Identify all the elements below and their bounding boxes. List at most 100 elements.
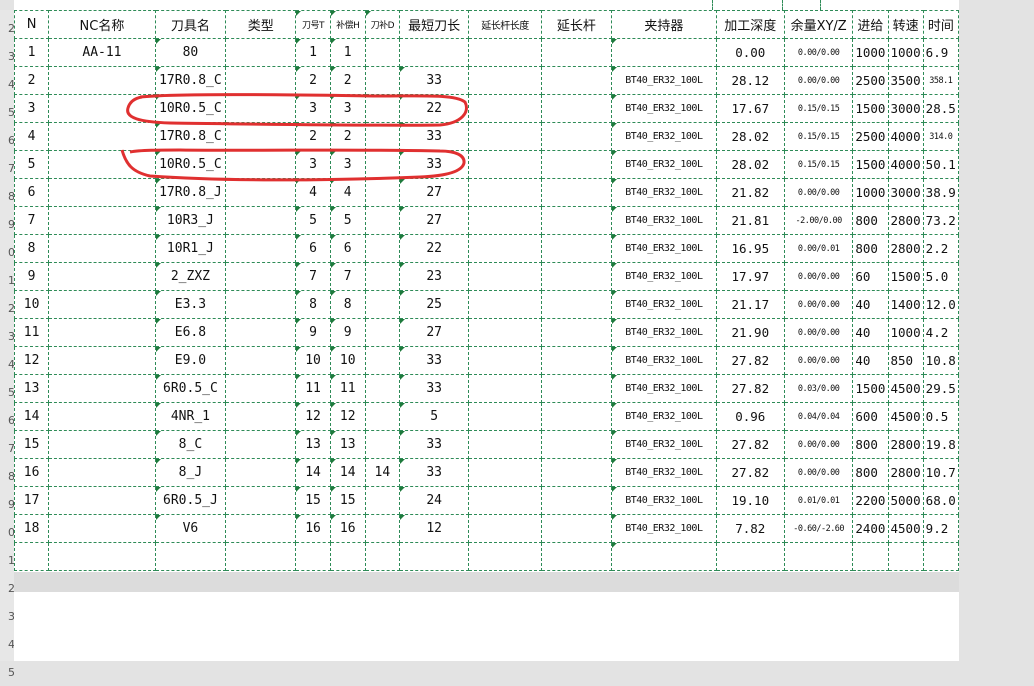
row-number[interactable]: 7 bbox=[0, 434, 14, 462]
cell-tool-name[interactable]: 17R0.8_C bbox=[154, 122, 227, 151]
cell-allowance[interactable]: 0.03/0.00 bbox=[783, 374, 854, 403]
cell-ext-bar[interactable] bbox=[540, 122, 613, 151]
cell-allowance[interactable]: 0.00/0.00 bbox=[783, 458, 854, 487]
cell-allowance[interactable]: 0.00/0.01 bbox=[783, 234, 854, 263]
header-holder[interactable]: 夹持器 bbox=[611, 10, 717, 39]
header-depth[interactable]: 加工深度 bbox=[715, 10, 785, 39]
cell-holder[interactable]: BT40_ER32_100L bbox=[611, 514, 717, 543]
cell-n[interactable]: 5 bbox=[13, 150, 50, 179]
cell-speed[interactable]: 4000 bbox=[887, 150, 924, 179]
row-number[interactable]: 3 bbox=[0, 42, 14, 70]
cell-nc-name[interactable] bbox=[48, 122, 156, 151]
cell-type[interactable] bbox=[225, 542, 297, 571]
cell-feed[interactable]: 2400 bbox=[852, 514, 889, 543]
cell-ext-length[interactable] bbox=[468, 150, 542, 179]
cell-holder[interactable]: BT40_ER32_100L bbox=[611, 458, 717, 487]
cell-n[interactable]: 1 bbox=[13, 38, 50, 67]
cell-ext-length[interactable] bbox=[468, 402, 542, 431]
cell-comp-h[interactable]: 9 bbox=[329, 318, 366, 347]
cell-allowance[interactable] bbox=[783, 542, 854, 571]
cell-ext-bar[interactable] bbox=[540, 486, 613, 515]
cell-min-length[interactable]: 27 bbox=[398, 206, 470, 235]
row-number[interactable]: 1 bbox=[0, 546, 14, 574]
cell-holder[interactable] bbox=[611, 38, 717, 67]
cell-holder[interactable]: BT40_ER32_100L bbox=[611, 486, 717, 515]
cell-tool-t[interactable]: 9 bbox=[295, 318, 331, 347]
cell-speed[interactable]: 1000 bbox=[887, 318, 924, 347]
cell-holder[interactable]: BT40_ER32_100L bbox=[611, 290, 717, 319]
cell-ext-bar[interactable] bbox=[540, 178, 613, 207]
cell-depth[interactable]: 17.97 bbox=[715, 262, 785, 291]
cell-tool-name[interactable]: 10R0.5_C bbox=[154, 150, 227, 179]
cell-min-length[interactable]: 27 bbox=[398, 178, 470, 207]
cell-comp-d[interactable] bbox=[364, 486, 400, 515]
cell-feed[interactable]: 1500 bbox=[852, 374, 889, 403]
cell-comp-d[interactable] bbox=[364, 346, 400, 375]
header-time[interactable]: 时间 bbox=[922, 10, 960, 39]
cell-ext-length[interactable] bbox=[468, 514, 542, 543]
cell-ext-bar[interactable] bbox=[540, 66, 613, 95]
cell-feed[interactable] bbox=[852, 542, 889, 571]
cell-tool-name[interactable]: 2_ZXZ bbox=[154, 262, 227, 291]
cell-ext-length[interactable] bbox=[468, 458, 542, 487]
cell-tool-t[interactable]: 2 bbox=[295, 66, 331, 95]
cell-speed[interactable]: 4500 bbox=[887, 402, 924, 431]
header-nc-name[interactable]: NC名称 bbox=[48, 10, 156, 39]
cell-allowance[interactable]: 0.00/0.00 bbox=[783, 290, 854, 319]
cell-nc-name[interactable] bbox=[48, 486, 156, 515]
cell-depth[interactable]: 28.12 bbox=[715, 66, 785, 95]
cell-min-length[interactable]: 24 bbox=[398, 486, 470, 515]
cell-feed[interactable]: 2500 bbox=[852, 66, 889, 95]
cell-comp-d[interactable] bbox=[364, 402, 400, 431]
cell-allowance[interactable]: 0.00/0.00 bbox=[783, 430, 854, 459]
cell-time[interactable]: 19.8 bbox=[922, 430, 960, 459]
cell-depth[interactable]: 21.82 bbox=[715, 178, 785, 207]
cell-feed[interactable]: 60 bbox=[852, 262, 889, 291]
cell-ext-length[interactable] bbox=[468, 542, 542, 571]
row-number[interactable]: 0 bbox=[0, 518, 14, 546]
cell-ext-length[interactable] bbox=[468, 94, 542, 123]
cell-min-length[interactable]: 23 bbox=[398, 262, 470, 291]
header-speed[interactable]: 转速 bbox=[887, 10, 924, 39]
cell-depth[interactable]: 27.82 bbox=[715, 458, 785, 487]
cell-nc-name[interactable] bbox=[48, 94, 156, 123]
cell-nc-name[interactable] bbox=[48, 206, 156, 235]
cell-comp-h[interactable]: 2 bbox=[329, 66, 366, 95]
cell-nc-name[interactable] bbox=[48, 290, 156, 319]
cell-ext-length[interactable] bbox=[468, 430, 542, 459]
cell-ext-bar[interactable] bbox=[540, 206, 613, 235]
header-ext-bar[interactable]: 延长杆 bbox=[540, 10, 613, 39]
header-allowance[interactable]: 余量XY/Z bbox=[783, 10, 854, 39]
cell-allowance[interactable]: 0.00/0.00 bbox=[783, 178, 854, 207]
header-comp-h[interactable]: 补偿H bbox=[329, 10, 366, 39]
row-number[interactable]: 6 bbox=[0, 126, 14, 154]
cell-min-length[interactable]: 33 bbox=[398, 458, 470, 487]
cell-nc-name[interactable] bbox=[48, 318, 156, 347]
cell-time[interactable]: 10.7 bbox=[922, 458, 960, 487]
cell-comp-d[interactable] bbox=[364, 542, 400, 571]
cell-comp-h[interactable]: 1 bbox=[329, 38, 366, 67]
cell-tool-name[interactable] bbox=[154, 542, 227, 571]
cell-tool-t[interactable]: 15 bbox=[295, 486, 331, 515]
cell-type[interactable] bbox=[225, 486, 297, 515]
cell-ext-length[interactable] bbox=[468, 66, 542, 95]
cell-speed[interactable]: 850 bbox=[887, 346, 924, 375]
cell-ext-bar[interactable] bbox=[540, 458, 613, 487]
cell-n[interactable]: 13 bbox=[13, 374, 50, 403]
header-tool-name[interactable]: 刀具名 bbox=[154, 10, 227, 39]
cell-comp-h[interactable]: 3 bbox=[329, 150, 366, 179]
cell-holder[interactable]: BT40_ER32_100L bbox=[611, 262, 717, 291]
cell-comp-d[interactable] bbox=[364, 150, 400, 179]
cell-depth[interactable]: 28.02 bbox=[715, 150, 785, 179]
cell-comp-h[interactable]: 5 bbox=[329, 206, 366, 235]
cell-tool-t[interactable]: 11 bbox=[295, 374, 331, 403]
cell-speed[interactable]: 2800 bbox=[887, 234, 924, 263]
cell-time[interactable] bbox=[922, 542, 960, 571]
cell-time[interactable]: 38.9 bbox=[922, 178, 960, 207]
cell-tool-t[interactable]: 10 bbox=[295, 346, 331, 375]
cell-speed[interactable] bbox=[887, 542, 924, 571]
cell-time[interactable]: 28.5 bbox=[922, 94, 960, 123]
cell-speed[interactable]: 2800 bbox=[887, 458, 924, 487]
cell-tool-name[interactable]: E9.0 bbox=[154, 346, 227, 375]
spreadsheet-grid[interactable]: N NC名称 刀具名 类型 刀号T 补偿H 刀补D 最短刀长 延长杆长度 延长杆 夹持器 加工深度 余量… bbox=[13, 10, 960, 572]
